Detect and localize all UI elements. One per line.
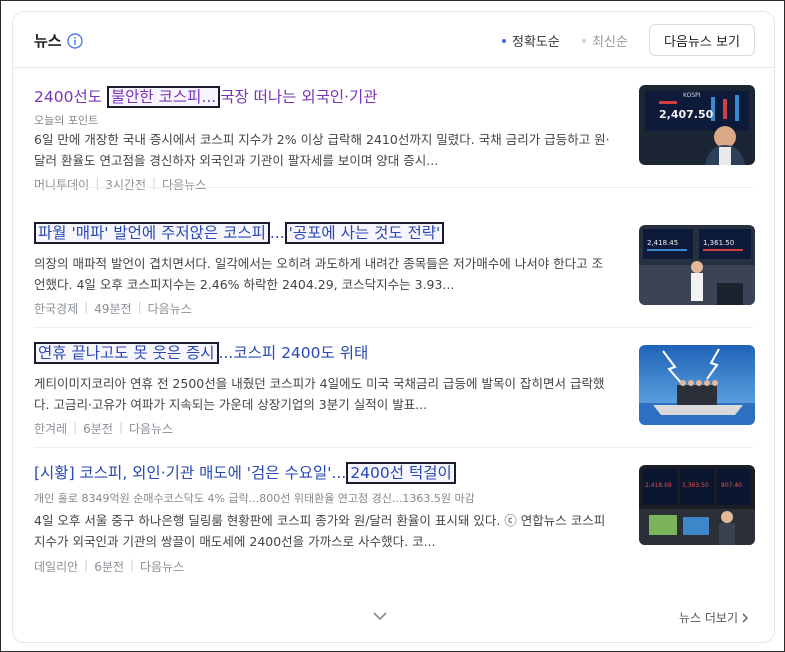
news-item: 파월 '매파' 발언에 주저앉은 코스피... '공포에 사는 것도 전략' 의장… (13, 208, 774, 328)
news-panel: 뉴스 정확도순 최신순 다음뉴스 보기 2400선도 불안한 코스피... 국장 … (12, 11, 775, 643)
title-part: ...코스피 2400도 위태 (218, 344, 369, 362)
thumb-value-3: 1,363.50 (682, 482, 709, 489)
article-via[interactable]: 다음뉴스 (129, 420, 173, 437)
title-part: 2400선도 (34, 88, 107, 106)
thumb-label: KOSPI (683, 92, 701, 99)
title-highlight: 연휴 끝나고도 못 웃은 증시 (34, 342, 219, 364)
divider: | (118, 420, 123, 434)
daum-news-button[interactable]: 다음뉴스 보기 (649, 24, 755, 56)
chevron-down-icon[interactable] (371, 607, 389, 625)
news-more-label: 뉴스 더보기 (679, 611, 739, 625)
article-via[interactable]: 다음뉴스 (148, 300, 192, 317)
article-title-link[interactable]: 연휴 끝나고도 못 웃은 증시 ...코스피 2400도 위태 (34, 341, 369, 364)
news-item: [시황] 코스피, 외인·기관 매도에 '검은 수요일'... 2400선 턱걸이… (13, 448, 774, 574)
news-item: 2400선도 불안한 코스피... 국장 떠나는 외국인·기관 오늘의 포인트 6… (13, 68, 774, 192)
sort-accuracy[interactable]: 정확도순 (502, 31, 560, 50)
title-highlight: '공포에 사는 것도 전략' (284, 222, 445, 244)
article-via[interactable]: 다음뉴스 (162, 176, 206, 193)
article-description: 의장의 매파적 발언이 겹치면서다. 일각에서는 오히려 과도하게 내려간 종목… (34, 256, 604, 292)
article-time: 6분전 (94, 560, 124, 574)
title-highlight: 2400선 턱걸이 (346, 462, 456, 484)
article-meta: 머니투데이 | 3시간전 | 다음뉴스 (34, 176, 206, 193)
selected-dot-icon (502, 38, 506, 43)
section-title-text: 뉴스 (34, 32, 62, 50)
article-subtitle: 오늘의 포인트 (34, 114, 99, 127)
unselected-dot-icon (582, 38, 586, 43)
article-thumbnail[interactable]: 2,407.50 KOSPI (639, 85, 755, 165)
thumb-value: 2,418.69 (645, 482, 672, 489)
thumb-value-2: 1,361.50 (703, 239, 734, 247)
item-divider (34, 187, 753, 188)
news-more-link[interactable]: 뉴스 더보기 (679, 609, 749, 626)
divider: | (152, 176, 157, 190)
article-description: 게티이미지코리아 연휴 전 2500선을 내줬던 코스피가 4일에도 미국 국채… (34, 376, 605, 412)
article-time: 49분전 (94, 302, 132, 316)
article-via[interactable]: 다음뉴스 (140, 558, 184, 575)
info-circle-icon[interactable] (66, 32, 83, 49)
article-subtitle: 개인 홀로 8349억원 순매수코스닥도 4% 급락...800선 위태환율 연… (34, 492, 475, 505)
article-source[interactable]: 머니투데이 (34, 176, 89, 193)
article-meta: 데일리안 | 6분전 | 다음뉴스 (34, 558, 184, 575)
sort-accuracy-label: 정확도순 (512, 35, 560, 50)
chevron-right-icon (742, 613, 748, 622)
divider: | (84, 300, 89, 314)
article-title-link[interactable]: 파월 '매파' 발언에 주저앉은 코스피... '공포에 사는 것도 전략' (34, 221, 445, 244)
title-part: 국장 떠나는 외국인·기관 (220, 88, 378, 106)
title-highlight: 불안한 코스피... (106, 86, 221, 108)
divider: | (129, 558, 134, 572)
title-part: [시황] 코스피, 외인·기관 매도에 '검은 수요일'... (34, 464, 347, 482)
article-thumbnail[interactable]: 2,418.45 1,361.50 (639, 225, 755, 305)
article-title-link[interactable]: [시황] 코스피, 외인·기관 매도에 '검은 수요일'... 2400선 턱걸이 (34, 461, 456, 484)
section-title: 뉴스 (34, 30, 83, 51)
divider: | (95, 176, 100, 190)
divider: | (137, 300, 142, 314)
news-header: 뉴스 정확도순 최신순 다음뉴스 보기 (13, 12, 774, 68)
thumb-value: 2,418.45 (647, 239, 678, 247)
thumb-value-2: 807.40 (721, 482, 742, 489)
sort-latest[interactable]: 최신순 (582, 31, 628, 50)
article-description: 4일 오후 서울 중구 하나은행 딜링룸 현황판에 코스피 종가와 원/달러 환… (34, 513, 606, 549)
divider: | (73, 420, 78, 434)
article-thumbnail[interactable]: 2,418.69 1,363.50 807.40 (639, 465, 755, 545)
article-thumbnail[interactable] (639, 345, 755, 425)
article-source[interactable]: 데일리안 (34, 558, 78, 575)
article-title-link[interactable]: 2400선도 불안한 코스피... 국장 떠나는 외국인·기관 (34, 85, 378, 108)
article-time: 6분전 (83, 422, 113, 436)
divider: | (84, 558, 89, 572)
article-time: 3시간전 (105, 178, 147, 192)
title-part: ... (269, 224, 285, 242)
thumb-value: 2,407.50 (659, 108, 714, 121)
news-item: 연휴 끝나고도 못 웃은 증시 ...코스피 2400도 위태 게티이미지코리아 … (13, 328, 774, 448)
title-highlight: 파월 '매파' 발언에 주저앉은 코스피 (34, 222, 270, 244)
article-meta: 한국경제 | 49분전 | 다음뉴스 (34, 300, 192, 317)
article-meta: 한겨레 | 6분전 | 다음뉴스 (34, 420, 173, 437)
article-source[interactable]: 한국경제 (34, 300, 78, 317)
sort-latest-label: 최신순 (592, 35, 628, 50)
article-description: 6일 만에 개장한 국내 증시에서 코스피 지수가 2% 이상 급락해 2410… (34, 132, 610, 168)
article-source[interactable]: 한겨레 (34, 420, 67, 437)
